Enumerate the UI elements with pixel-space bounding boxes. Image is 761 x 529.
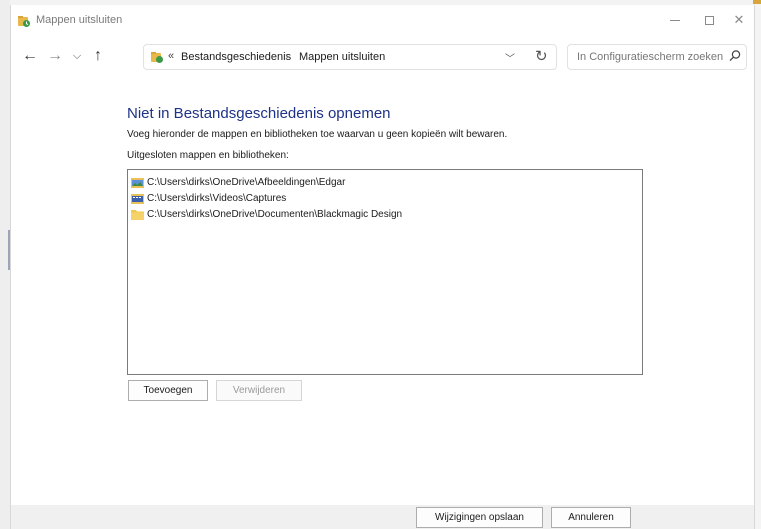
list-item[interactable]: C:\Users\dirks\Videos\Captures — [131, 190, 286, 206]
search-icon[interactable] — [728, 49, 742, 63]
breadcrumb-separator[interactable]: › — [285, 51, 289, 63]
page-title: Niet in Bestandsgeschiedenis opnemen — [127, 105, 391, 122]
cancel-button[interactable]: Annuleren — [551, 507, 631, 528]
desktop-left-strip — [0, 0, 10, 529]
arrow-right-icon: → — [47, 47, 63, 64]
page-description: Voeg hieronder de mappen en bibliotheken… — [127, 129, 508, 140]
minimize-icon — [670, 19, 680, 21]
maximize-button[interactable] — [692, 9, 726, 31]
file-history-app-icon — [18, 16, 30, 27]
maximize-icon — [704, 15, 714, 25]
search-input[interactable]: In Configuratiescherm zoeken — [577, 51, 723, 63]
list-item-path: C:\Users\dirks\OneDrive\Documenten\Black… — [147, 208, 403, 220]
chevron-down-icon: ﹀ — [505, 54, 515, 65]
search-box[interactable]: In Configuratiescherm zoeken — [567, 44, 747, 70]
close-button[interactable]: ✕ — [722, 9, 756, 31]
control-panel-location-icon — [151, 52, 163, 63]
add-button[interactable]: Toevoegen — [128, 380, 208, 401]
pictures-folder-icon — [131, 177, 144, 188]
address-dropdown-button[interactable]: ﹀ — [505, 50, 515, 65]
minimize-button[interactable] — [658, 9, 692, 31]
address-bar[interactable]: « Bestandsgeschiedenis › Mappen uitsluit… — [143, 44, 557, 70]
list-item[interactable]: C:\Users\dirks\OneDrive\Afbeeldingen\Edg… — [131, 174, 345, 190]
list-item-path: C:\Users\dirks\Videos\Captures — [147, 192, 287, 204]
refresh-icon: ↻ — [535, 48, 548, 65]
videos-folder-icon — [131, 193, 144, 204]
dialog-window: Mappen uitsluiten ✕ ← → ⌵ ↑ « Bestandsge… — [10, 5, 755, 529]
up-button[interactable]: ↑ — [87, 45, 109, 67]
breadcrumb-exclude-folders[interactable]: Mappen uitsluiten — [299, 51, 385, 63]
address-overflow-button[interactable]: « — [168, 50, 174, 62]
recent-locations-button[interactable]: ⌵ — [66, 45, 88, 67]
save-changes-button[interactable]: Wijzigingen opslaan — [416, 507, 543, 528]
remove-button[interactable]: Verwijderen — [216, 380, 302, 401]
excluded-folders-list[interactable]: C:\Users\dirks\OneDrive\Afbeeldingen\Edg… — [127, 169, 643, 375]
close-icon: ✕ — [733, 12, 745, 27]
list-item[interactable]: C:\Users\dirks\OneDrive\Documenten\Black… — [131, 206, 402, 222]
excluded-list-label: Uitgesloten mappen en bibliotheken: — [127, 150, 289, 161]
title-bar[interactable]: Mappen uitsluiten ✕ — [11, 5, 754, 35]
back-button[interactable]: ← — [19, 45, 41, 67]
breadcrumb-file-history[interactable]: Bestandsgeschiedenis — [181, 51, 291, 63]
forward-button[interactable]: → — [44, 45, 66, 67]
arrow-up-icon: ↑ — [94, 47, 102, 64]
refresh-button[interactable]: ↻ — [535, 47, 548, 65]
navigation-bar: ← → ⌵ ↑ « Bestandsgeschiedenis › Mappen … — [11, 35, 754, 79]
arrow-left-icon: ← — [22, 47, 38, 64]
footer-bar — [11, 505, 754, 529]
window-title: Mappen uitsluiten — [36, 14, 123, 26]
chevron-down-icon: ⌵ — [72, 49, 82, 62]
list-item-path: C:\Users\dirks\OneDrive\Afbeeldingen\Edg… — [147, 176, 346, 188]
folder-icon — [131, 209, 144, 220]
